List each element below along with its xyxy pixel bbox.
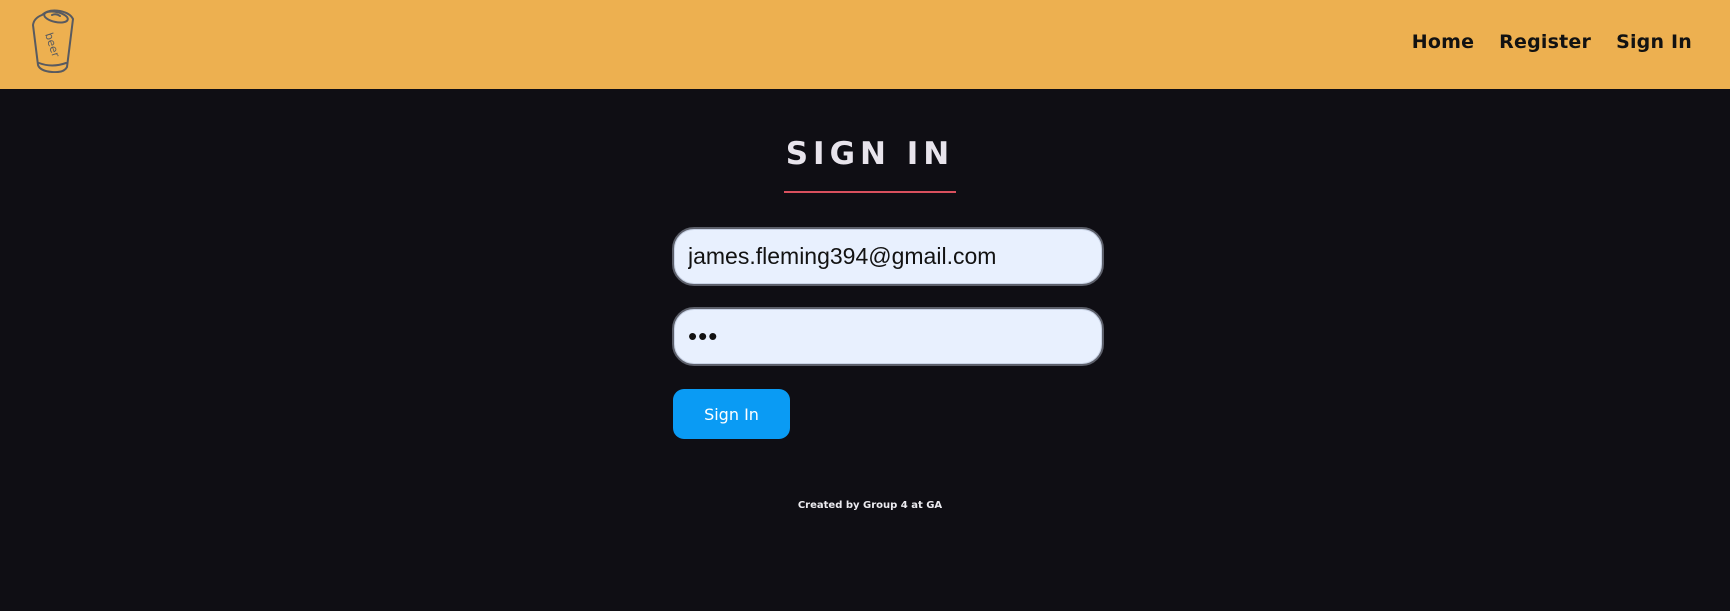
nav-link-register[interactable]: Register	[1499, 31, 1591, 53]
email-field[interactable]	[672, 227, 1104, 286]
password-field[interactable]	[672, 307, 1104, 366]
beer-can-icon[interactable]: beer	[30, 5, 82, 74]
nav-link-sign-in[interactable]: Sign In	[1616, 31, 1692, 53]
sign-in-button[interactable]: Sign In	[673, 389, 790, 439]
navbar: beer Home Register Sign In	[0, 0, 1730, 89]
footer-credit: Created by Group 4 at GA	[797, 500, 943, 511]
logo-text: beer	[42, 31, 62, 59]
title-underline	[784, 191, 956, 193]
nav-links: Home Register Sign In	[1412, 0, 1692, 83]
page-title: SIGN IN	[785, 136, 955, 172]
nav-link-home[interactable]: Home	[1412, 31, 1474, 53]
